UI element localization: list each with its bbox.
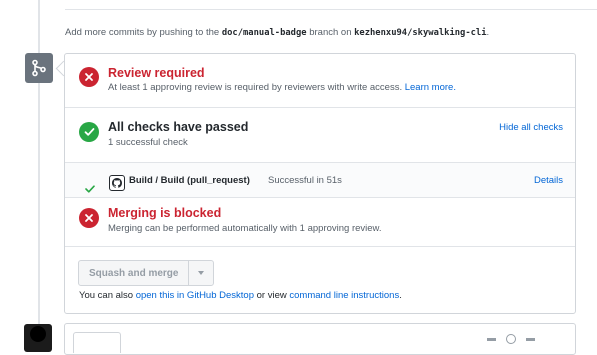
squash-merge-group: Squash and merge (78, 260, 215, 286)
branch-name: doc/manual-badge (221, 28, 307, 38)
x-circle-icon (79, 67, 99, 87)
merge-box: Review required At least 1 approving rev… (64, 53, 576, 314)
checks-subtitle: 1 successful check (108, 137, 188, 148)
timeline-line (38, 0, 40, 339)
checks-title: All checks have passed (108, 120, 249, 134)
tab-write[interactable] (73, 332, 121, 353)
merge-blocked-section: Merging is blocked Merging can be perfor… (65, 198, 575, 247)
repo-name: kezhenxu94/skywalking-cli (354, 28, 487, 38)
checks-section: All checks have passed 1 successful chec… (65, 108, 575, 163)
hide-all-checks-link[interactable]: Hide all checks (499, 122, 563, 133)
mention-icon[interactable] (506, 334, 516, 344)
review-description-text: At least 1 approving review is required … (108, 82, 403, 93)
check-status: Successful in 51s (268, 175, 342, 186)
also-suffix: . (399, 290, 402, 301)
comment-box (64, 323, 576, 355)
check-circle-icon (79, 122, 99, 142)
check-row: Build / Build (pull_request) Successful … (65, 163, 575, 198)
git-merge-icon (25, 53, 53, 83)
x-circle-icon (79, 208, 99, 228)
learn-more-link[interactable]: Learn more. (405, 82, 456, 93)
github-logo-icon (109, 175, 125, 191)
command-line-instructions-link[interactable]: command line instructions (289, 290, 399, 301)
merge-blocked-title: Merging is blocked (108, 206, 222, 220)
merge-method-dropdown[interactable] (189, 261, 213, 285)
merge-alternatives: You can also open this in GitHub Desktop… (79, 290, 402, 301)
review-title: Review required (108, 66, 205, 80)
check-name: Build / Build (pull_request) (129, 175, 250, 186)
review-description: At least 1 approving review is required … (108, 82, 456, 93)
push-hint-suffix: . (486, 27, 490, 38)
also-prefix: You can also (79, 290, 136, 301)
push-hint-middle: branch on (306, 27, 355, 38)
merge-blocked-description: Merging can be performed automatically w… (108, 223, 382, 234)
squash-and-merge-button[interactable]: Squash and merge (79, 261, 190, 285)
toolbar-icon[interactable] (487, 338, 496, 341)
toolbar-icon[interactable] (526, 338, 535, 341)
open-github-desktop-link[interactable]: open this in GitHub Desktop (136, 290, 254, 301)
avatar[interactable] (24, 324, 52, 352)
comment-toolbar (487, 334, 535, 344)
push-hint: Add more commits by pushing to the doc/m… (65, 27, 489, 38)
timeline-divider (65, 9, 597, 10)
also-middle: or view (254, 290, 290, 301)
check-icon (85, 180, 95, 198)
review-section: Review required At least 1 approving rev… (65, 54, 575, 108)
push-hint-prefix: Add more commits by pushing to the (65, 27, 222, 38)
check-details-link[interactable]: Details (534, 175, 563, 186)
caret-down-icon (198, 271, 205, 275)
